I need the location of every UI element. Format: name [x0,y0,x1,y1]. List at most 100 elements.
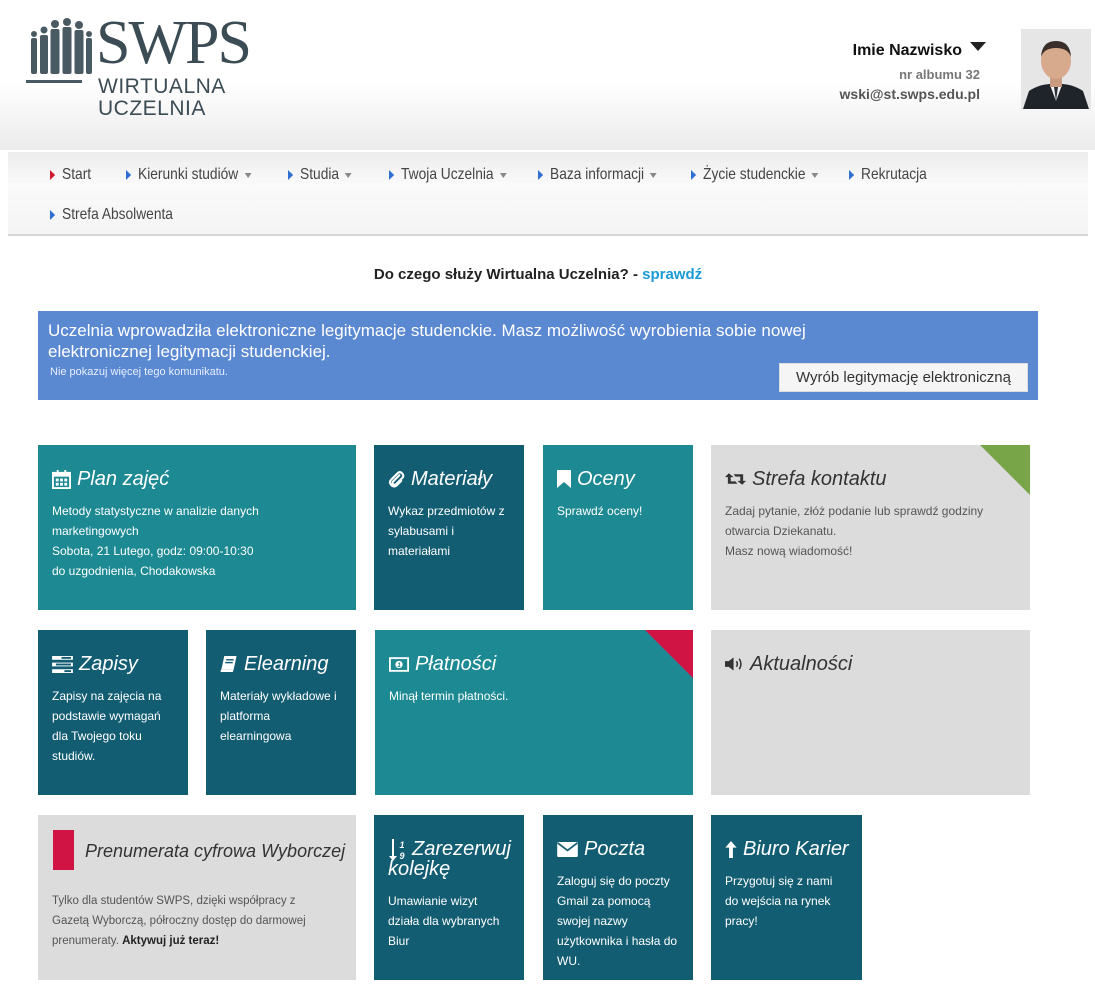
tile-description: Sprawdź oceny! [557,501,642,521]
logo-line2: UCZELNIA [98,97,206,120]
tile-aktualnosci[interactable]: Aktualności [711,630,1030,795]
desc-line: studiów. [52,749,96,763]
desc-line: do uzgodnienia, Chodakowska [52,564,216,578]
check-link[interactable]: sprawdź [642,266,702,283]
tile-title-text: Oceny [577,468,635,490]
nav-bullet-icon [849,170,855,180]
desc-text: prenumeraty. [52,935,123,947]
tile-title-text: Płatności [415,653,497,675]
tile-title-text: Zapisy [79,653,138,675]
desc-line: materiałami [388,544,451,558]
nav-item-start[interactable]: Start [50,155,91,195]
bookmark-icon [557,470,571,488]
svg-text:1: 1 [397,662,401,669]
speaker-icon [725,657,742,671]
user-menu-caret-icon[interactable] [970,42,986,51]
tile-description: Zadaj pytanie, złóż podanie lub sprawdź … [725,501,983,561]
tile-description: Umawianie wizyt działa dla wybranych Biu… [388,891,499,951]
tile-plan-zajec[interactable]: Plan zajęć Metody statystyczne w analizi… [38,445,356,610]
dropdown-caret-icon [345,172,352,178]
nav-item-twoja-uczelnia[interactable]: Twoja Uczelnia [389,155,507,195]
tile-biuro-karier[interactable]: Biuro Karier Przygotuj się z nami do wej… [711,815,862,980]
book-icon [220,655,237,672]
arrow-up-icon [725,840,737,858]
svg-text:1: 1 [399,840,404,850]
desc-line: elearningowa [220,729,292,743]
nav-item-label: Start [62,166,92,183]
desc-line: dla Twojego toku [52,729,142,743]
paperclip-icon [388,471,405,488]
nav-item-rekrutacja[interactable]: Rekrutacja [849,155,927,195]
info-line: Do czego służy Wirtualna Uczelnia? - spr… [0,266,1076,283]
tile-title-text: Zarezerwuj [412,838,511,860]
tile-description: Tylko dla studentów SWPS, dzięki współpr… [52,891,306,951]
nav-bullet-icon [538,170,544,180]
desc-line: Zaloguj się do poczty [557,874,670,888]
tile-description: Metody statystyczne w analizie danych ma… [52,501,259,581]
tile-title: Zapisy [52,652,138,676]
tile-title: Elearning [220,652,329,676]
nav-item-studia[interactable]: Studia [288,155,352,195]
desc-line: Masz nową wiadomość! [725,544,853,558]
tile-title-text: Materiały [411,468,493,490]
desc-line: Minął termin płatności. [389,689,509,703]
tile-poczta[interactable]: Poczta Zaloguj się do poczty Gmail za po… [543,815,693,980]
tile-elearning[interactable]: Elearning Materiały wykładowe i platform… [206,630,356,795]
announcement-banner: Uczelnia wprowadziła elektroniczne legit… [38,311,1038,400]
desc-line: do wejścia na rynek [725,894,831,908]
logo-line1: WIRTUALNA [98,75,226,98]
money-icon: 1 [389,656,409,672]
tile-title: Oceny [557,467,635,491]
retweet-icon [725,473,746,485]
desc-line: otwarcia Dziekanatu. [725,524,837,538]
tasks-list-icon [52,655,73,673]
dropdown-caret-icon [650,172,658,178]
overdue-corner [645,630,693,678]
nav-item-kierunki[interactable]: Kierunki studiów [126,155,252,195]
desc-line: Zapisy na zajęcia na [52,689,162,703]
tile-title-text: Plan zajęć [77,468,170,490]
tile-title-text: Elearning [244,653,329,675]
user-name[interactable]: Imie Nazwisko [853,42,962,60]
tile-zapisy[interactable]: Zapisy Zapisy na zajęcia na podstawie wy… [38,630,188,795]
tile-title: 1 9 Zarezerwuj kolejkę [388,837,511,879]
tile-title-text: Aktualności [750,653,853,675]
desc-line: działa dla wybranych [388,914,500,928]
activate-now-link[interactable]: Aktywuj już teraz! [122,935,219,947]
desc-line: Sprawdź oceny! [557,504,643,518]
desc-line: swojej nazwy [557,914,628,928]
desc-line: Wykaz przedmiotów z [388,504,505,518]
hide-banner-link[interactable]: Nie pokazuj więcej tego komunikatu. [50,366,228,378]
tile-oceny[interactable]: Oceny Sprawdź oceny! [543,445,693,610]
tile-materialy[interactable]: Materiały Wykaz przedmiotów z sylabusami… [374,445,524,610]
tile-description: Wykaz przedmiotów z sylabusami i materia… [388,501,505,561]
dropdown-caret-icon [811,172,819,178]
tile-zarezerwuj-kolejke[interactable]: 1 9 Zarezerwuj kolejkę Umawianie wizyt d… [374,815,524,980]
nav-item-label: Studia [300,166,340,183]
tile-platnosci[interactable]: 1 Płatności Minął termin płatności. [375,630,693,795]
nav-bullet-icon [50,210,56,220]
nav-item-baza-informacji[interactable]: Baza informacji [538,155,658,195]
create-e-id-button[interactable]: Wyrób legitymację elektroniczną [779,363,1028,392]
people-figures-icon [31,18,92,74]
swps-logo[interactable]: SWPS WIRTUALNA UCZELNIA [24,12,264,126]
desc-line: Zadaj pytanie, złóż podanie lub sprawdź … [725,504,984,518]
desc-line: Materiały wykładowe i [220,689,337,703]
tile-prenumerata[interactable]: Prenumerata cyfrowa Wyborczej Tylko dla … [38,815,356,980]
desc-line: Tylko dla studentów SWPS, dzięki współpr… [52,895,296,907]
tile-title: Plan zajęć [52,467,169,491]
desc-line: użytkownika i hasła do [557,934,678,948]
tile-strefa-kontaktu[interactable]: Strefa kontaktu Zadaj pytanie, złóż poda… [711,445,1030,610]
tile-title: 1 Płatności [389,652,496,676]
nav-bullet-icon [126,170,132,180]
nav-item-zycie-studenckie[interactable]: Życie studenckie [691,155,819,195]
desc-line: sylabusami i [388,524,455,538]
desc-line: podstawie wymagań [52,709,161,723]
desc-line: prenumeraty. Aktywuj już teraz! [52,931,306,951]
tile-description: Materiały wykładowe i platforma elearnin… [220,686,337,746]
avatar[interactable] [1021,29,1091,109]
tile-title: Poczta [557,837,645,861]
info-text: Do czego służy Wirtualna Uczelnia? - [373,266,643,283]
nav-item-label: Życie studenckie [703,166,806,183]
nav-item-strefa-absolwenta[interactable]: Strefa Absolwenta [50,195,173,235]
